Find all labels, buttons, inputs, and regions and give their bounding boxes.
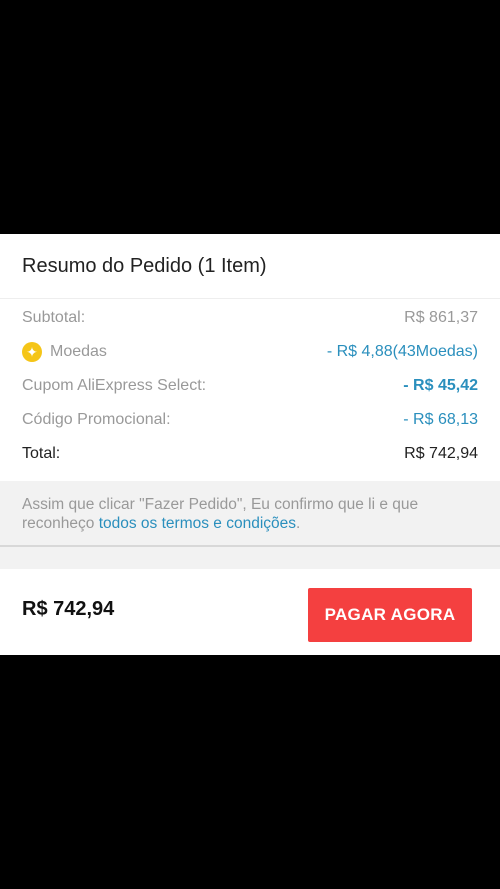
coins-value: - R$ 4,88(43Moedas) [326,343,478,360]
subtotal-label: Subtotal: [22,309,86,326]
promo-code-value: - R$ 68,13 [403,411,478,428]
subtotal-row: Subtotal: R$ 861,37 [22,301,478,335]
promo-code-row: Código Promocional: - R$ 68,13 [22,403,478,437]
promo-code-label: Código Promocional: [22,411,171,428]
coupon-row: Cupom AliExpress Select: - R$ 45,42 [22,369,478,403]
coupon-label: Cupom AliExpress Select: [22,377,207,394]
total-label: Total: [22,445,61,462]
terms-suffix: . [296,515,301,532]
section-gap [0,547,500,569]
pay-now-button[interactable]: PAGAR AGORA [308,588,472,642]
coin-icon: ✦ [22,342,42,362]
subtotal-value: R$ 861,37 [404,309,478,326]
screen: Resumo do Pedido (1 Item) Subtotal: R$ 8… [0,0,500,889]
coins-label: Moedas [50,343,107,360]
terms-notice: Assim que clicar "Fazer Pedido", Eu conf… [0,481,500,547]
terms-link[interactable]: todos os termos e condições [99,515,296,532]
checkout-footer: R$ 742,94 PAGAR AGORA [0,569,500,655]
total-value: R$ 742,94 [404,445,478,462]
coupon-value: - R$ 45,42 [403,377,478,394]
total-row: Total: R$ 742,94 [22,437,478,471]
order-summary-title: Resumo do Pedido (1 Item) [0,234,500,299]
order-summary-sheet: Resumo do Pedido (1 Item) Subtotal: R$ 8… [0,234,500,655]
footer-total-amount: R$ 742,94 [22,598,115,620]
coins-label-group: ✦ Moedas [22,342,107,362]
summary-list: Subtotal: R$ 861,37 ✦ Moedas - R$ 4,88(4… [0,301,500,471]
coins-row: ✦ Moedas - R$ 4,88(43Moedas) [22,335,478,369]
